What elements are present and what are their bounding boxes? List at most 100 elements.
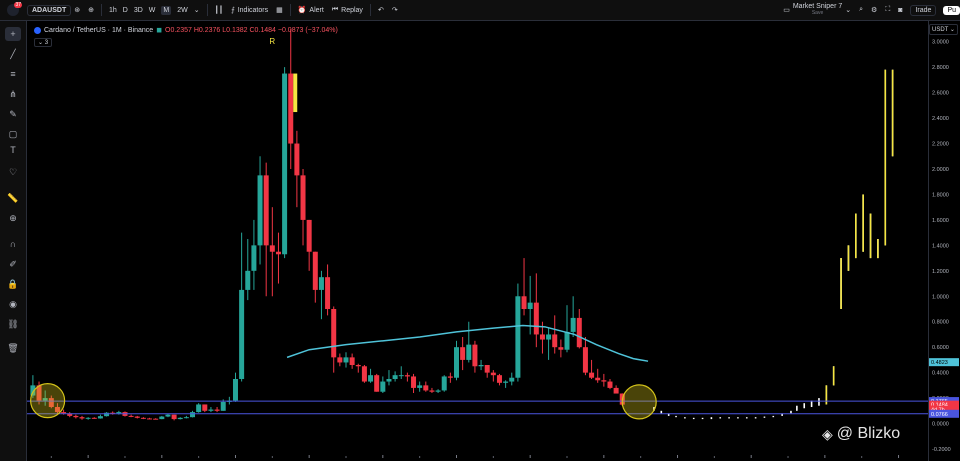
price-tick-label: 0.6000 <box>932 345 949 351</box>
ruler-icon[interactable]: 📏 <box>5 191 21 205</box>
fullscreen-icon: ⛶ <box>885 6 891 13</box>
timeframe-1h[interactable]: 1h <box>109 7 117 14</box>
candle-body <box>239 289 245 379</box>
compare-button[interactable]: ⊕ <box>84 0 98 20</box>
candle-body <box>472 344 478 367</box>
watermark-text: @ Blizko <box>836 425 901 442</box>
candle-body <box>429 390 435 392</box>
projection-bar-yellow <box>847 245 850 271</box>
trash-icon[interactable]: 🗑 <box>5 341 21 355</box>
layout-save-status: Save <box>811 10 824 16</box>
settings-button[interactable]: ⚙ <box>867 0 881 20</box>
candle-body <box>552 334 558 348</box>
zoom-icon[interactable]: ⊕ <box>5 211 21 225</box>
lock-drawing-icon[interactable]: ✐ <box>5 257 21 271</box>
timeframe-d[interactable]: D <box>123 7 128 14</box>
snapshot-button[interactable]: ◙ <box>894 0 906 20</box>
eye-icon[interactable]: ◉ <box>5 297 21 311</box>
notification-badge: 37 <box>14 2 22 8</box>
marker-label: R <box>269 37 275 46</box>
alert-button[interactable]: ⏰ Alert <box>294 0 328 20</box>
layout-name-group: Market Sniper 7 Save <box>793 3 842 17</box>
templates-button[interactable]: ▦ <box>272 0 287 20</box>
projection-bar <box>796 405 798 411</box>
candles-icon[interactable]: ┃┃ <box>215 6 223 14</box>
candle-body <box>275 251 281 255</box>
binance-logo-icon: ◈ <box>822 425 833 442</box>
symbol-label[interactable]: ADAUSDT <box>27 4 72 16</box>
candle-body <box>73 415 79 418</box>
trend-line-icon[interactable]: ╱ <box>5 47 21 61</box>
candle-body <box>306 219 312 252</box>
candle-body <box>576 317 582 348</box>
undo-icon: ↶ <box>377 7 384 14</box>
crosshair-icon[interactable]: + <box>5 27 21 41</box>
candle-body <box>171 414 177 420</box>
candle-body <box>318 277 324 290</box>
timeframe-group: 1h D 3D W M 2W ⌄ <box>105 0 204 20</box>
timeframe-2w[interactable]: 2W <box>177 7 188 14</box>
chevron-down-icon[interactable]: ⌄ <box>845 6 851 14</box>
redo-icon: ↷ <box>391 7 398 14</box>
timeframe-w[interactable]: W <box>149 7 156 14</box>
chevron-down-icon: ⌄ <box>38 40 44 46</box>
price-tick-label: -0.2000 <box>932 447 951 453</box>
add-symbol-icon[interactable]: ⊕ <box>88 6 94 14</box>
projection-bar <box>818 398 820 406</box>
candle-body <box>503 381 509 383</box>
candle-body <box>404 375 410 377</box>
candle-body <box>79 417 85 419</box>
chevron-down-icon[interactable]: ⌄ <box>194 6 200 14</box>
price-tick-label: 2.0000 <box>932 167 949 173</box>
heart-icon[interactable]: ♡ <box>5 165 21 179</box>
candle-body <box>484 365 490 373</box>
indicators-icon: ⨍ <box>231 7 235 14</box>
price-tick-label: 0.0000 <box>932 422 949 428</box>
indicator-count-toggle[interactable]: ⌄ 3 <box>34 38 53 47</box>
price-tick-label: 2.6000 <box>932 91 949 97</box>
chart-type-button[interactable]: ┃┃ <box>211 0 227 20</box>
trade-button[interactable]: Irade <box>906 0 940 20</box>
magnet-icon[interactable]: ∩ <box>5 237 21 251</box>
candle-body <box>134 416 140 418</box>
settings-icon[interactable]: ⊛ <box>74 6 80 14</box>
fullscreen-button[interactable]: ⛶ <box>881 0 894 20</box>
text-icon[interactable]: T <box>5 143 21 157</box>
timeframe-3d[interactable]: 3D <box>134 7 143 14</box>
account-area: 37 <box>0 0 23 20</box>
redo-button[interactable]: ↷ <box>388 0 402 20</box>
price-tick-label: 1.0000 <box>932 294 949 300</box>
layout-button[interactable]: ▭ Market Sniper 7 Save ⌄ <box>779 0 855 20</box>
timeframe-m[interactable]: M <box>161 5 172 15</box>
horizontal-lines-icon[interactable]: ≡ <box>5 67 21 81</box>
candle-body <box>147 418 153 420</box>
trade-label[interactable]: Irade <box>910 4 937 16</box>
indicators-button[interactable]: ⨍ Indicators <box>227 0 272 20</box>
avatar[interactable]: 37 <box>7 2 22 16</box>
candle-body <box>454 347 460 378</box>
publish-button[interactable]: Pu <box>943 5 960 15</box>
candle-body <box>601 380 607 382</box>
legend-symbol-icon: ◼ <box>156 27 163 34</box>
indicators-label: Indicators <box>237 6 269 14</box>
lower-level-tag: 0.0766 <box>931 412 948 418</box>
candle-body <box>417 385 423 388</box>
candle-body <box>91 417 97 419</box>
pitchfork-icon[interactable]: ⋔ <box>5 87 21 101</box>
candle-body <box>269 245 275 252</box>
shapes-icon[interactable]: ▢ <box>5 127 21 141</box>
replay-button[interactable]: ⏮ Replay <box>328 0 367 20</box>
quick-search-button[interactable]: ⌕ <box>855 0 867 20</box>
brush-icon[interactable]: ✎ <box>5 107 21 121</box>
projection-bar-yellow <box>884 69 887 246</box>
candle-body <box>140 417 146 419</box>
layout-name: Market Sniper 7 <box>792 3 843 10</box>
link-icon[interactable]: ⛓ <box>5 317 21 331</box>
symbol-search[interactable]: ADAUSDT ⊛ <box>23 0 84 20</box>
projection-bar <box>701 417 704 420</box>
price-chart[interactable]: R <box>27 21 928 461</box>
projection-bar <box>660 410 663 414</box>
lock-icon[interactable]: 🔒 <box>5 277 21 291</box>
undo-button[interactable]: ↶ <box>374 0 388 20</box>
price-tick-label: 3.0000 <box>932 40 949 46</box>
